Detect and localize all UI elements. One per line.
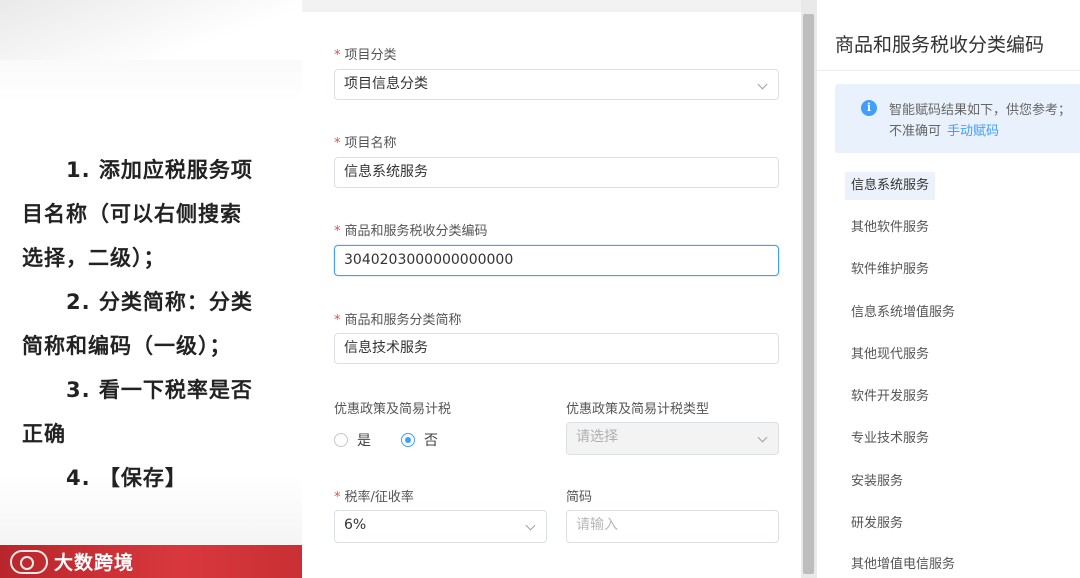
radio-no-label[interactable]: 否 <box>424 430 438 450</box>
form-scrollbar[interactable] <box>801 0 816 578</box>
manual-code-link[interactable]: 手动赋码 <box>947 124 999 139</box>
instruction-text: 1. 添加应税服务项 目名称（可以右侧搜索 选择，二级）； 2. 分类简称：分类… <box>22 148 284 500</box>
info-text: 智能赋码结果如下，供您参考； <box>889 103 1072 118</box>
tax-rate-label: * 税率/征收率 <box>334 490 414 505</box>
code-item[interactable]: 软件维护服务 <box>845 256 935 284</box>
info-alert: i 智能赋码结果如下，供您参考； 不准确可 手动赋码 <box>835 84 1080 153</box>
instruction-line: 正确 <box>22 422 66 446</box>
instruction-line: 2. 分类简称：分类 <box>66 290 253 314</box>
radio-yes[interactable] <box>334 433 348 447</box>
tax-code-input[interactable]: 3040203000000000000 <box>334 245 779 276</box>
project-category-label: * 项目分类 <box>334 48 397 63</box>
chevron-down-icon <box>757 432 768 443</box>
code-item[interactable]: 其他增值电信服务 <box>845 551 961 578</box>
code-item[interactable]: 信息系统增值服务 <box>845 299 961 327</box>
category-short-label: * 商品和服务分类简称 <box>334 313 462 328</box>
required-mark: * <box>334 490 341 505</box>
required-mark: * <box>334 313 341 328</box>
short-code-input[interactable]: 请输入 <box>566 510 779 543</box>
scrollbar-thumb[interactable] <box>803 14 814 574</box>
info-icon: i <box>861 100 877 116</box>
preferential-label: 优惠政策及简易计税 <box>334 402 452 417</box>
preferential-type-select[interactable]: 请选择 <box>566 422 779 455</box>
project-name-label: * 项目名称 <box>334 136 397 151</box>
brand-name: 大数跨境 <box>54 552 135 574</box>
instruction-line: 目名称（可以右侧搜索 <box>22 202 242 226</box>
preferential-radio-group: 是 否 <box>334 430 438 450</box>
code-item[interactable]: 安装服务 <box>845 468 909 496</box>
preferential-type-label: 优惠政策及简易计税类型 <box>566 402 710 417</box>
instruction-line: 简称和编码（一级）； <box>22 334 232 358</box>
tax-code-panel: 商品和服务税收分类编码 i 智能赋码结果如下，供您参考； 不准确可 手动赋码 信息… <box>816 0 1080 578</box>
short-code-label: 简码 <box>566 490 593 505</box>
required-mark: * <box>334 224 341 239</box>
instruction-line: 4. 【保存】 <box>66 466 187 490</box>
info-text-line2: 不准确可 手动赋码 <box>889 124 1000 139</box>
chevron-down-icon <box>757 79 768 90</box>
form-panel: * 项目分类 项目信息分类 * 项目名称 信息系统服务 * 商品和服务税收分类编码 3… <box>302 0 801 578</box>
chevron-down-icon <box>525 520 536 531</box>
brand-logo-icon <box>10 549 48 574</box>
slide-decoration <box>0 0 302 60</box>
code-item[interactable]: 专业技术服务 <box>845 425 935 453</box>
project-name-input[interactable]: 信息系统服务 <box>334 157 779 188</box>
code-panel-title: 商品和服务税收分类编码 <box>835 34 1045 56</box>
instruction-line: 3. 看一下税率是否 <box>66 378 253 402</box>
tax-code-label: * 商品和服务税收分类编码 <box>334 224 488 239</box>
category-short-input[interactable]: 信息技术服务 <box>334 333 779 364</box>
required-mark: * <box>334 48 341 63</box>
instruction-line: 选择，二级）； <box>22 246 166 270</box>
tax-rate-select[interactable]: 6% <box>334 510 547 543</box>
code-item[interactable]: 软件开发服务 <box>845 383 935 411</box>
required-mark: * <box>334 136 341 151</box>
instruction-slide: 1. 添加应税服务项 目名称（可以右侧搜索 选择，二级）； 2. 分类简称：分类… <box>0 0 302 578</box>
project-category-select[interactable]: 项目信息分类 <box>334 69 779 100</box>
code-item[interactable]: 其他现代服务 <box>845 341 935 369</box>
brand-bar: 大数跨境 <box>0 545 302 578</box>
radio-yes-label[interactable]: 是 <box>357 430 371 450</box>
code-item[interactable]: 其他软件服务 <box>845 214 935 242</box>
code-item[interactable]: 信息系统服务 <box>845 172 936 200</box>
instruction-line: 1. 添加应税服务项 <box>66 158 253 182</box>
radio-no[interactable] <box>401 433 415 447</box>
code-item[interactable]: 研发服务 <box>845 510 909 538</box>
divider <box>817 70 1080 71</box>
